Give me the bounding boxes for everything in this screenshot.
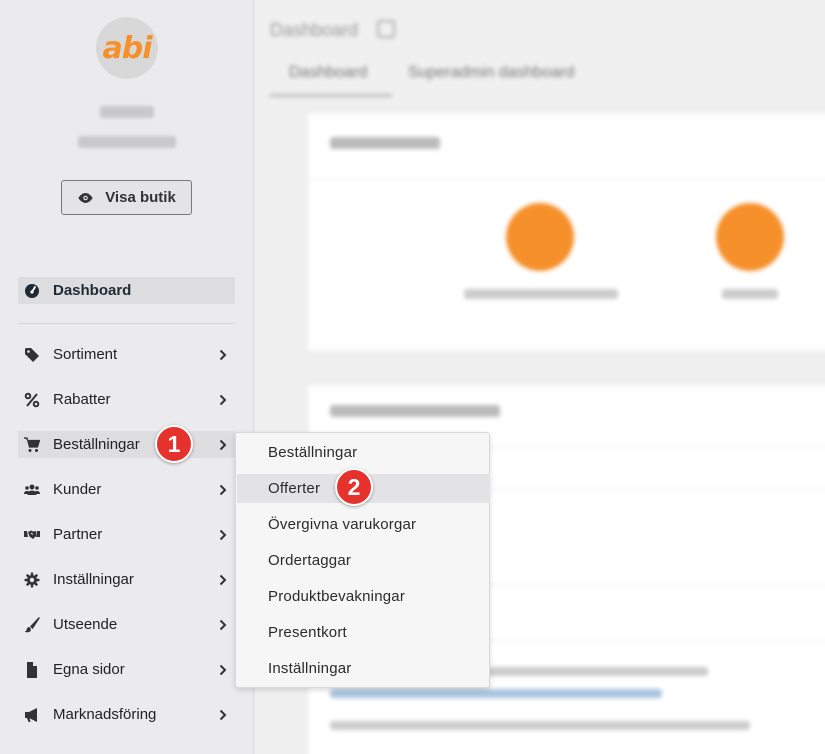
step-badge-2: 2 [335,468,373,506]
sidebar-item-label: Partner [53,526,103,543]
page-title: Dashboard [270,20,359,40]
summary-card [307,112,825,352]
tab-superadmin-dashboard[interactable]: Superadmin dashboard [408,64,574,82]
sidebar-item-label: Sortiment [53,346,118,363]
visa-butik-label: Visa butik [105,189,176,206]
sidebar-item-label: Inställningar [53,571,134,588]
cart-icon [24,436,40,453]
file-icon [24,661,40,678]
chevron-right-icon [217,619,229,631]
chevron-right-icon [217,349,229,361]
visa-butik-button[interactable]: Visa butik [61,180,192,215]
submenu-item-installningar[interactable]: Inställningar [237,654,490,683]
sidebar-item-partner[interactable]: Partner [18,521,235,548]
sidebar-item-label: Marknadsföring [53,706,157,723]
megaphone-icon [24,707,40,723]
logo-text: abi [102,30,152,66]
card-divider [308,179,825,180]
sidebar-item-label: Rabatter [53,391,111,408]
dashboard-icon [24,283,40,299]
sidebar-divider [18,323,235,324]
active-tab-underline [270,94,392,97]
sidebar-item-bestallningar[interactable]: Beställningar [18,431,235,458]
page-title-icon [377,20,395,38]
eye-icon [78,192,93,203]
submenu-item-produktbevakningar[interactable]: Produktbevakningar [237,582,490,611]
tag-icon [24,347,40,363]
sidebar-item-sortiment[interactable]: Sortiment [18,341,235,368]
sidebar-item-installningar[interactable]: Inställningar [18,566,235,593]
orders-stat-circle [506,203,574,271]
sidebar: abi Visa butik Dashboard Sortiment Rabat… [0,0,254,754]
chevron-right-icon [217,574,229,586]
brush-icon [24,616,40,633]
submenu-item-ordertaggar[interactable]: Ordertaggar [237,546,490,575]
submenu-item-bestallningar[interactable]: Beställningar [237,438,490,467]
sidebar-item-label: Dashboard [53,282,132,299]
link-placeholder [330,689,662,698]
users-icon [24,482,40,498]
store-name-placeholder [100,106,154,118]
sidebar-item-marknadsforing[interactable]: Marknadsföring [18,701,235,728]
stat-label-placeholder [464,289,618,299]
text-placeholder [330,721,750,730]
sidebar-item-rabatter[interactable]: Rabatter [18,386,235,413]
text-placeholder [488,667,708,676]
sidebar-item-label: Egna sidor [53,661,125,678]
chevron-right-icon [217,439,229,451]
chevron-right-icon [217,394,229,406]
stock-stat-circle [716,203,784,271]
card-title-placeholder [330,405,500,417]
tab-dashboard[interactable]: Dashboard [289,64,367,82]
sidebar-item-egna-sidor[interactable]: Egna sidor [18,656,235,683]
sidebar-item-label: Kunder [53,481,102,498]
sidebar-item-kunder[interactable]: Kunder [18,476,235,503]
step-badge-1: 1 [155,425,193,463]
chevron-right-icon [217,664,229,676]
submenu-item-overgivna-varukorgar[interactable]: Övergivna varukorgar [237,510,490,539]
submenu-item-presentkort[interactable]: Presentkort [237,618,490,647]
handshake-icon [24,527,40,543]
gear-icon [24,572,40,588]
sidebar-item-utseende[interactable]: Utseende [18,611,235,638]
store-logo: abi [96,17,158,79]
percent-icon [24,392,40,408]
sidebar-item-dashboard[interactable]: Dashboard [18,277,235,304]
card-title-placeholder [330,137,440,149]
chevron-right-icon [217,709,229,721]
chevron-right-icon [217,529,229,541]
chevron-right-icon [217,484,229,496]
sidebar-item-label: Utseende [53,616,118,633]
store-id-placeholder [78,136,176,148]
stat-label-placeholder [722,289,778,299]
